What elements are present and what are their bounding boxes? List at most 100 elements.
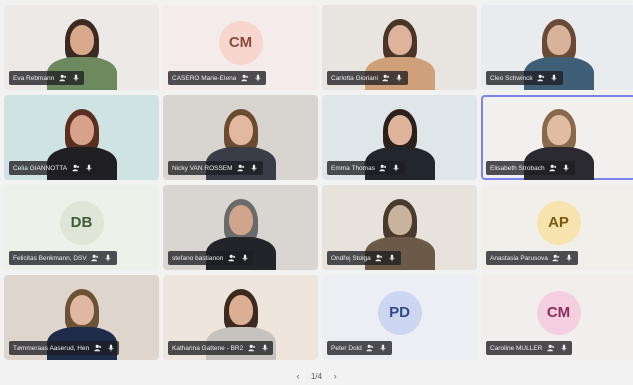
participant-tile[interactable]: PD Peter Dold (322, 275, 477, 360)
participant-name: Emma Thomas (331, 164, 375, 172)
participant-face (387, 205, 412, 235)
participant-name-label: Emma Thomas (327, 161, 405, 175)
participant-name-label: stefano bastianon (168, 251, 254, 265)
mic-icon (260, 344, 269, 353)
participant-name: Cleo Schwinck (490, 74, 533, 82)
mic-icon (392, 164, 401, 173)
people-icon (237, 164, 246, 173)
participant-name-label: Caroline MULLER (486, 341, 573, 355)
participant-face (69, 115, 94, 145)
participant-name-label: Celia GIANNOTTA (9, 161, 98, 175)
people-icon (91, 254, 100, 263)
participant-name: Ondřej Štolga (331, 254, 371, 262)
participant-name-label: Anastasia Parusova (486, 251, 578, 265)
people-icon (546, 344, 555, 353)
participant-tile[interactable]: DB Felicitas Benkmann, DSV (4, 185, 159, 270)
participant-face (228, 205, 253, 235)
people-icon (227, 254, 236, 263)
participant-face (69, 295, 94, 325)
people-icon (240, 74, 249, 83)
participant-avatar: CM (218, 20, 263, 65)
participant-name-label: Felicitas Benkmann, DSV (9, 251, 117, 265)
mic-icon (388, 254, 397, 263)
people-icon (549, 164, 558, 173)
participant-face (69, 25, 94, 55)
mic-icon (250, 164, 259, 173)
participant-name-label: Katharina Gattene - BR2 (168, 341, 274, 355)
mic-icon (559, 344, 568, 353)
participant-face (546, 115, 571, 145)
participant-name-label: Eva Rebmann (9, 71, 85, 85)
people-icon (379, 164, 388, 173)
participant-tile[interactable]: Katharina Gattene - BR2 (163, 275, 318, 360)
participant-tile[interactable]: Celia GIANNOTTA (4, 95, 159, 180)
participant-name-label: Cleo Schwinck (486, 71, 563, 85)
meeting-stage: Eva Rebmann CM CASERO Marie-Elena Carlotta … (0, 0, 633, 385)
participant-name-label: Tømmeraas Aaserud, Hen (9, 341, 120, 355)
mic-icon (104, 254, 113, 263)
participant-name: Peter Dold (331, 344, 362, 352)
pagination: ‹ 1/4 › (0, 371, 633, 381)
people-icon (71, 164, 80, 173)
participant-name-label: CASERO Marie-Elena (168, 71, 267, 85)
participant-name-label: Carlotta Gioriani (327, 71, 408, 85)
participant-name: CASERO Marie-Elena (172, 74, 237, 82)
mic-icon (550, 74, 559, 83)
participant-name-label: Nicky VAN ROSSEM (168, 161, 263, 175)
people-icon (247, 344, 256, 353)
mic-icon (562, 164, 571, 173)
participant-face (387, 25, 412, 55)
participant-grid: Eva Rebmann CM CASERO Marie-Elena Carlotta … (4, 5, 633, 360)
participant-tile[interactable]: Eva Rebmann (4, 5, 159, 90)
next-page-button[interactable]: › (330, 371, 340, 381)
participant-name: Tømmeraas Aaserud, Hen (13, 344, 90, 352)
participant-name: Nicky VAN ROSSEM (172, 164, 233, 172)
participant-tile[interactable]: CM CASERO Marie-Elena (163, 5, 318, 90)
mic-icon (565, 254, 574, 263)
participant-tile[interactable]: CM Caroline MULLER (481, 275, 633, 360)
participant-tile[interactable]: Tømmeraas Aaserud, Hen (4, 275, 159, 360)
participant-tile[interactable]: Elisabeth Strobach (481, 95, 633, 180)
participant-face (387, 115, 412, 145)
participant-avatar: CM (536, 290, 581, 335)
mic-icon (240, 254, 249, 263)
participant-name: Carlotta Gioriani (331, 74, 378, 82)
participant-name-label: Elisabeth Strobach (486, 161, 575, 175)
participant-avatar: AP (536, 200, 581, 245)
participant-tile[interactable]: AP Anastasia Parusova (481, 185, 633, 270)
participant-tile[interactable]: Nicky VAN ROSSEM (163, 95, 318, 180)
people-icon (537, 74, 546, 83)
participant-name: Elisabeth Strobach (490, 164, 545, 172)
participant-name: Felicitas Benkmann, DSV (13, 254, 87, 262)
participant-name: Anastasia Parusova (490, 254, 548, 262)
mic-icon (379, 344, 388, 353)
mic-icon (84, 164, 93, 173)
people-icon (382, 74, 391, 83)
mic-icon (395, 74, 404, 83)
participant-avatar: DB (59, 200, 104, 245)
mic-icon (71, 74, 80, 83)
participant-name: Caroline MULLER (490, 344, 543, 352)
participant-name: stefano bastianon (172, 254, 224, 262)
prev-page-button[interactable]: ‹ (293, 371, 303, 381)
people-icon (375, 254, 384, 263)
participant-tile[interactable]: stefano bastianon (163, 185, 318, 270)
participant-tile[interactable]: Ondřej Štolga (322, 185, 477, 270)
participant-tile[interactable]: Emma Thomas (322, 95, 477, 180)
participant-face (546, 25, 571, 55)
mic-icon (106, 344, 115, 353)
people-icon (552, 254, 561, 263)
participant-name-label: Peter Dold (327, 341, 392, 355)
people-icon (93, 344, 102, 353)
participant-name: Celia GIANNOTTA (13, 164, 68, 172)
participant-face (228, 115, 253, 145)
participant-name: Eva Rebmann (13, 74, 55, 82)
participant-tile[interactable]: Carlotta Gioriani (322, 5, 477, 90)
people-icon (366, 344, 375, 353)
participant-tile[interactable]: Cleo Schwinck (481, 5, 633, 90)
participant-face (228, 295, 253, 325)
participant-name-label: Ondřej Štolga (327, 251, 401, 265)
page-indicator: 1/4 (310, 371, 323, 381)
mic-icon (253, 74, 262, 83)
participant-avatar: PD (377, 290, 422, 335)
